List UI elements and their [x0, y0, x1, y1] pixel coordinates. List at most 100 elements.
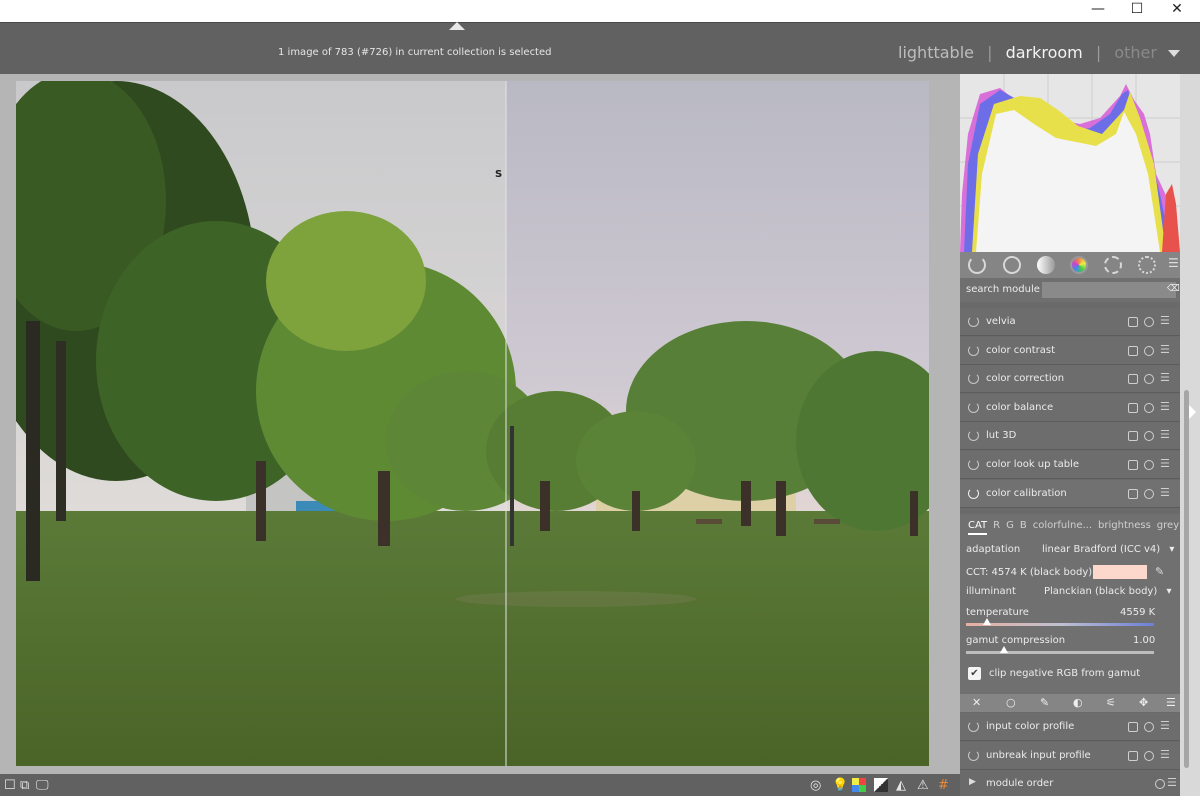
- mask-parametric-icon[interactable]: ◐: [1073, 696, 1083, 709]
- multi-instance-icon[interactable]: [1128, 722, 1138, 732]
- mask-raster-icon[interactable]: ✥: [1139, 696, 1148, 709]
- temperature-slider[interactable]: [966, 623, 1154, 626]
- view-darkroom[interactable]: darkroom: [1006, 43, 1083, 62]
- reset-icon[interactable]: [1144, 460, 1154, 470]
- histogram[interactable]: [960, 74, 1180, 252]
- illuminant-dropdown[interactable]: Planckian (black body) ▾: [1044, 586, 1171, 597]
- power-icon[interactable]: [968, 721, 979, 732]
- reset-icon[interactable]: [1144, 488, 1154, 499]
- color-picker-icon[interactable]: ✎: [1155, 565, 1164, 578]
- maximize-icon[interactable]: ☐: [1117, 0, 1157, 18]
- power-icon[interactable]: [968, 256, 986, 274]
- presets-icon[interactable]: ☰: [1160, 457, 1170, 470]
- mask-off-icon[interactable]: ✕: [972, 696, 981, 709]
- tab-cat[interactable]: CAT: [968, 520, 988, 535]
- power-icon[interactable]: [968, 459, 979, 470]
- power-icon[interactable]: [968, 749, 979, 761]
- right-panel-scrollbar[interactable]: [1180, 74, 1200, 796]
- module-velvia[interactable]: velvia ☰: [960, 308, 1180, 336]
- chevron-down-icon[interactable]: [1168, 50, 1180, 57]
- softproof-icon[interactable]: ◭: [896, 778, 906, 793]
- presets-icon[interactable]: ☰: [1160, 486, 1170, 499]
- photo-preview[interactable]: [16, 81, 929, 766]
- module-color-look-up-table[interactable]: color look up table ☰: [960, 451, 1180, 479]
- presets-icon[interactable]: ☰: [1160, 428, 1170, 441]
- circle-icon[interactable]: [1003, 256, 1021, 274]
- split-marker[interactable]: S: [495, 169, 502, 180]
- reset-icon[interactable]: [1144, 374, 1154, 385]
- presets-menu-icon[interactable]: ☰: [1168, 256, 1179, 270]
- clip-checkbox[interactable]: ✔: [968, 667, 981, 680]
- reset-icon[interactable]: [1155, 779, 1165, 789]
- presets-icon[interactable]: ☰: [1160, 748, 1170, 761]
- multi-instance-icon[interactable]: [1128, 402, 1138, 413]
- reset-icon[interactable]: [1144, 750, 1154, 761]
- clipping-icon[interactable]: [874, 778, 888, 792]
- multi-instance-icon[interactable]: [1128, 317, 1138, 327]
- minimize-icon[interactable]: —: [1078, 0, 1118, 18]
- presets-icon[interactable]: ☰: [1160, 314, 1170, 327]
- presets-icon[interactable]: ☰: [1160, 719, 1170, 732]
- mask-combined-icon[interactable]: ⚟: [1106, 696, 1116, 709]
- module-color-correction[interactable]: color correction ☰: [960, 365, 1180, 394]
- power-icon[interactable]: [968, 316, 979, 327]
- collapse-right-panel-icon[interactable]: [1189, 405, 1196, 419]
- view-lighttable[interactable]: lighttable: [898, 43, 974, 62]
- effect-icon[interactable]: [1138, 256, 1156, 274]
- presets-icon[interactable]: ☰: [1167, 776, 1177, 789]
- correct-icon[interactable]: [1104, 256, 1122, 274]
- power-icon[interactable]: [968, 430, 979, 442]
- clear-icon[interactable]: ⌫: [1167, 284, 1180, 294]
- power-icon[interactable]: [968, 487, 979, 499]
- tab-colorfulne-[interactable]: colorfulne...: [1033, 520, 1092, 531]
- multi-instance-icon[interactable]: [1128, 460, 1138, 470]
- reset-icon[interactable]: [1144, 345, 1154, 356]
- reset-icon[interactable]: [1144, 722, 1154, 732]
- module-order-row[interactable]: ▶ module order ☰: [960, 770, 1180, 796]
- module-unbreak-input-profile[interactable]: unbreak input profile ☰: [960, 741, 1180, 770]
- tab-b[interactable]: B: [1020, 520, 1027, 531]
- module-color-contrast[interactable]: color contrast ☰: [960, 336, 1180, 365]
- reset-icon[interactable]: [1144, 402, 1154, 413]
- module-input-color-profile[interactable]: input color profile ☰: [960, 713, 1180, 741]
- close-icon[interactable]: ✕: [1157, 0, 1197, 18]
- search-input[interactable]: [1042, 282, 1176, 298]
- color-icon[interactable]: [1070, 256, 1088, 274]
- presets-icon[interactable]: ☰: [1160, 343, 1170, 356]
- mask-uniform-icon[interactable]: ○: [1006, 696, 1016, 709]
- duplicate-icon[interactable]: ⧉: [20, 778, 29, 793]
- reset-icon[interactable]: [1144, 317, 1154, 327]
- gamut-check-icon[interactable]: ⚠: [917, 778, 929, 793]
- multi-instance-icon[interactable]: [1128, 345, 1138, 356]
- presets-icon[interactable]: ☰: [1160, 371, 1170, 384]
- guides-icon[interactable]: #: [938, 778, 949, 793]
- mask-menu-icon[interactable]: ☰: [1166, 696, 1176, 709]
- power-icon[interactable]: [968, 401, 979, 413]
- tab-r[interactable]: R: [993, 520, 1000, 531]
- second-window-icon[interactable]: 🖵: [36, 778, 49, 793]
- gamut-slider[interactable]: [966, 651, 1154, 654]
- view-other[interactable]: other: [1114, 43, 1157, 62]
- focus-peaking-icon[interactable]: ◎: [810, 778, 821, 793]
- gamut-slider-handle[interactable]: [999, 646, 1008, 653]
- styles-icon[interactable]: ☐: [4, 778, 16, 793]
- tone-icon[interactable]: [1037, 256, 1055, 274]
- temperature-slider-handle[interactable]: [982, 618, 991, 625]
- scrollbar-thumb[interactable]: [1184, 390, 1189, 768]
- multi-instance-icon[interactable]: [1128, 488, 1138, 499]
- presets-icon[interactable]: ☰: [1160, 400, 1170, 413]
- power-icon[interactable]: [968, 344, 979, 356]
- reset-icon[interactable]: [1144, 431, 1154, 442]
- module-lut-3d[interactable]: lut 3D ☰: [960, 422, 1180, 451]
- tab-grey[interactable]: grey: [1157, 520, 1179, 531]
- tab-g[interactable]: G: [1006, 520, 1014, 531]
- mask-drawn-icon[interactable]: ✎: [1040, 696, 1049, 709]
- color-assessment-icon[interactable]: [852, 778, 866, 792]
- multi-instance-icon[interactable]: [1128, 431, 1138, 442]
- power-icon[interactable]: [968, 373, 979, 385]
- multi-instance-icon[interactable]: [1128, 750, 1138, 761]
- adaptation-dropdown[interactable]: linear Bradford (ICC v4) ▾: [1042, 544, 1174, 555]
- tab-brightness[interactable]: brightness: [1098, 520, 1151, 531]
- collapse-top-panel-icon[interactable]: [449, 22, 465, 30]
- module-color-balance[interactable]: color balance ☰: [960, 393, 1180, 422]
